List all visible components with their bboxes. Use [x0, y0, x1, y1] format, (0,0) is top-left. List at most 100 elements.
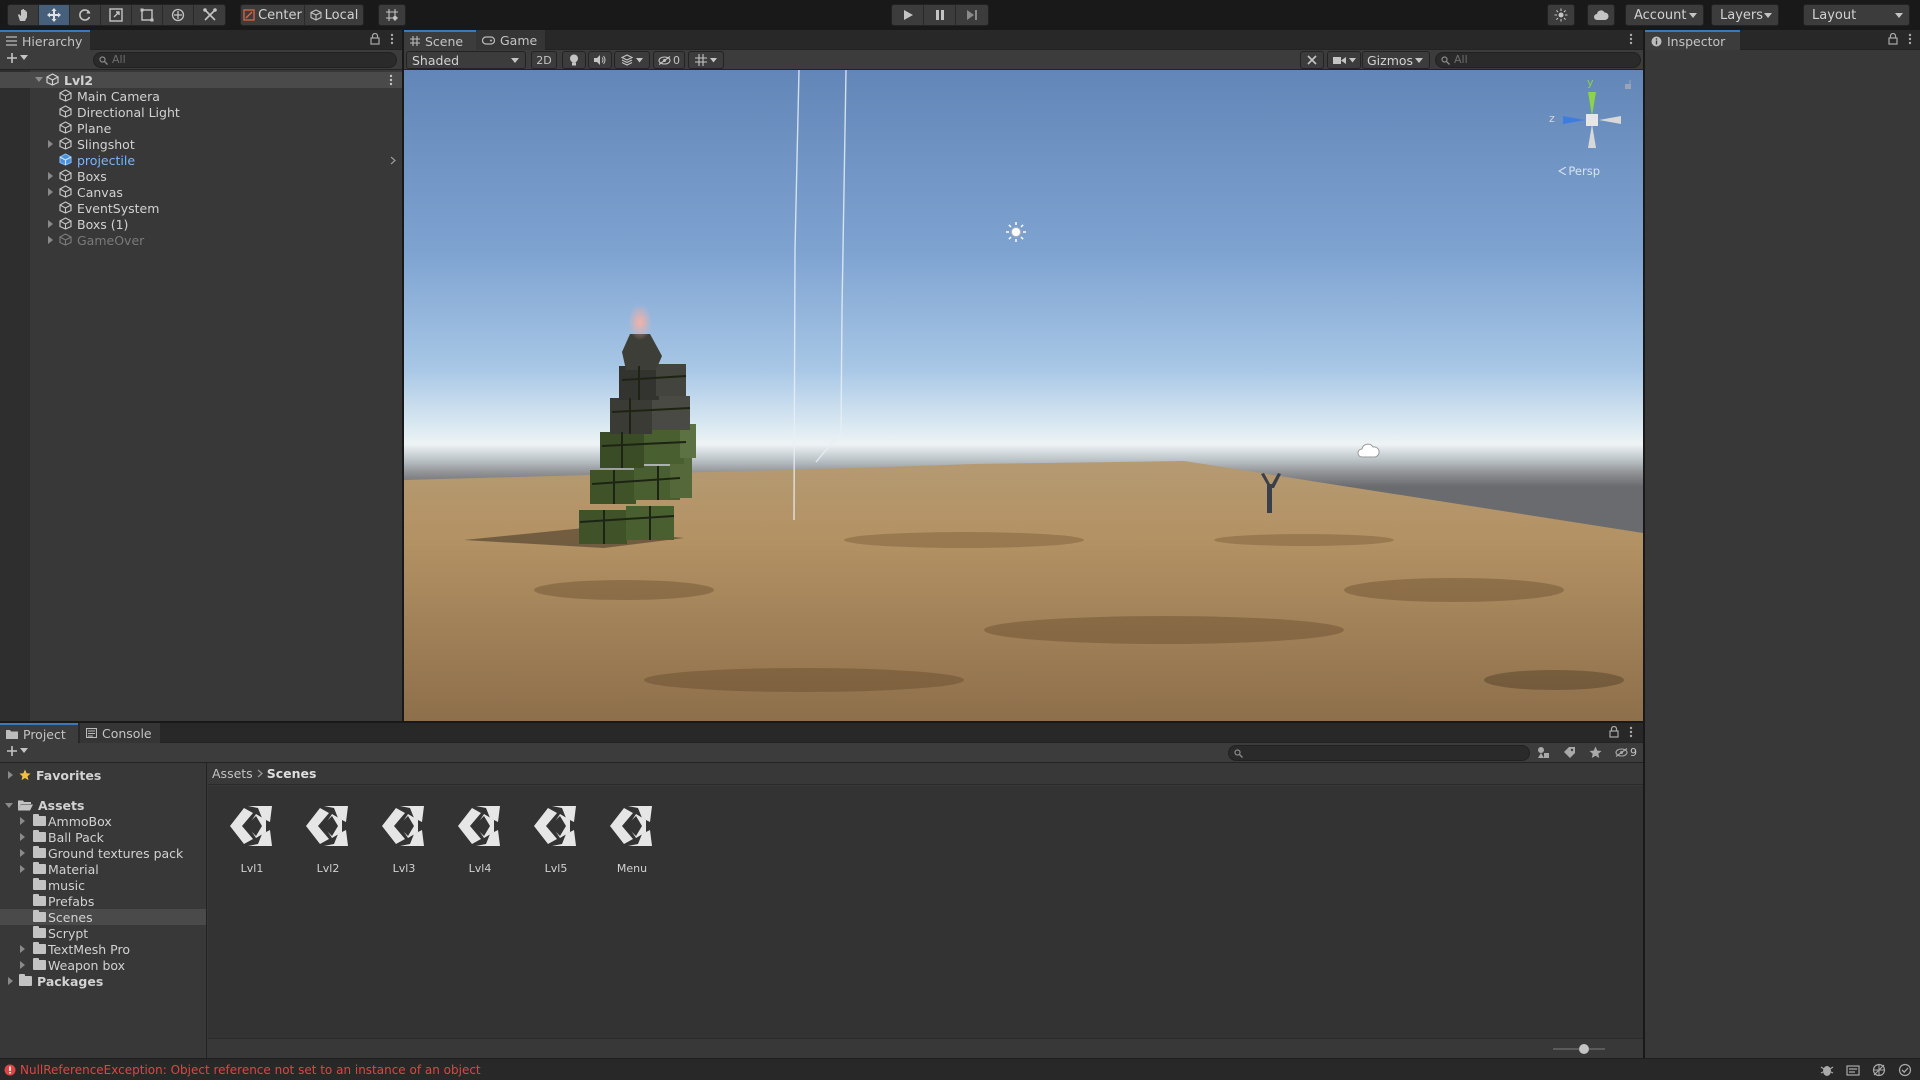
step-button[interactable]: [956, 5, 988, 25]
kebab-menu-icon[interactable]: [389, 74, 393, 86]
expand-arrow-icon[interactable]: [8, 977, 13, 985]
hidden-objects-toggle[interactable]: 0: [653, 51, 685, 69]
expand-arrow-icon[interactable]: [48, 140, 53, 148]
hand-tool-icon[interactable]: [8, 5, 39, 25]
hierarchy-search-input[interactable]: All: [93, 52, 397, 68]
sun-icon[interactable]: [1004, 220, 1028, 244]
scene-asset-tile[interactable]: Menu: [602, 800, 662, 875]
draw-mode-dropdown[interactable]: Shaded: [406, 51, 526, 69]
scene-asset-tile[interactable]: Lvl3: [374, 800, 434, 875]
expand-arrow-icon[interactable]: [48, 188, 53, 196]
tab-console[interactable]: Console: [80, 723, 160, 743]
breadcrumb-scenes[interactable]: Scenes: [267, 766, 317, 781]
kebab-menu-icon[interactable]: [390, 33, 394, 45]
lock-icon[interactable]: [370, 33, 380, 45]
project-search-input[interactable]: [1228, 745, 1530, 761]
hierarchy-item[interactable]: Boxs: [0, 168, 402, 184]
account-dropdown[interactable]: Account: [1625, 4, 1704, 26]
rect-tool-icon[interactable]: [132, 5, 163, 25]
scene-asset-tile[interactable]: Lvl5: [526, 800, 586, 875]
rotate-tool-icon[interactable]: [70, 5, 101, 25]
expand-arrow-icon[interactable]: [20, 849, 25, 857]
custom-tool-icon[interactable]: [194, 5, 225, 25]
toggle-2d-button[interactable]: 2D: [531, 51, 557, 69]
scene-asset-tile[interactable]: Lvl1: [222, 800, 282, 875]
project-folder-item[interactable]: Ground textures pack: [0, 845, 206, 861]
expand-arrow-icon[interactable]: [20, 945, 25, 953]
status-bar[interactable]: NullReferenceException: Object reference…: [0, 1058, 1920, 1080]
pivot-center-button[interactable]: Center: [241, 5, 305, 25]
effects-dropdown[interactable]: [614, 51, 650, 69]
grid-dropdown[interactable]: [688, 51, 724, 69]
breadcrumb-assets[interactable]: Assets: [212, 766, 253, 781]
create-asset-button[interactable]: [6, 745, 28, 757]
assets-node[interactable]: Assets: [0, 797, 206, 813]
scene-asset-tile[interactable]: Lvl2: [298, 800, 358, 875]
expand-arrow-icon[interactable]: [20, 865, 25, 873]
move-tool-icon[interactable]: [39, 5, 70, 25]
lock-icon[interactable]: [1888, 33, 1898, 45]
network-icon[interactable]: [1872, 1063, 1886, 1077]
star-icon[interactable]: [1589, 746, 1602, 759]
hierarchy-scene-root[interactable]: Lvl2: [0, 72, 402, 88]
projection-toggle[interactable]: Persp: [1558, 164, 1600, 178]
layers-dropdown[interactable]: Layers: [1711, 4, 1779, 26]
space-local-button[interactable]: Local: [305, 5, 363, 25]
gizmos-dropdown[interactable]: Gizmos: [1362, 51, 1430, 69]
favorites-node[interactable]: Favorites: [0, 767, 206, 783]
create-button[interactable]: [6, 52, 28, 64]
hierarchy-item[interactable]: GameOver: [0, 232, 402, 248]
expand-arrow-icon[interactable]: [20, 961, 25, 969]
orientation-gizmo[interactable]: y z: [1543, 76, 1633, 168]
project-folder-item[interactable]: AmmoBox: [0, 813, 206, 829]
hierarchy-item[interactable]: Main Camera: [0, 88, 402, 104]
expand-arrow-icon[interactable]: [48, 172, 53, 180]
project-folder-item[interactable]: Prefabs: [0, 893, 206, 909]
expand-arrow-icon[interactable]: [48, 220, 53, 228]
tab-hierarchy[interactable]: Hierarchy: [0, 30, 91, 50]
scene-asset-tile[interactable]: Lvl4: [450, 800, 510, 875]
project-folder-item[interactable]: Ball Pack: [0, 829, 206, 845]
hierarchy-item[interactable]: Directional Light: [0, 104, 402, 120]
tab-scene[interactable]: Scene: [404, 30, 476, 50]
icon-size-slider-thumb[interactable]: [1579, 1044, 1589, 1054]
tab-project[interactable]: Project: [0, 723, 78, 743]
services-button[interactable]: [1547, 4, 1575, 26]
kebab-menu-icon[interactable]: [1629, 33, 1633, 45]
chevron-right-icon[interactable]: [390, 156, 396, 165]
hierarchy-item[interactable]: projectile: [0, 152, 402, 168]
bake-lighting-icon[interactable]: [1846, 1063, 1860, 1077]
project-folder-item[interactable]: Scrypt: [0, 925, 206, 941]
projectile-object[interactable]: [628, 304, 652, 340]
hierarchy-item[interactable]: Plane: [0, 120, 402, 136]
expand-arrow-icon[interactable]: [8, 771, 13, 779]
scene-search-input[interactable]: All: [1435, 52, 1641, 68]
kebab-menu-icon[interactable]: [1908, 33, 1912, 45]
project-folder-item[interactable]: music: [0, 877, 206, 893]
check-circle-icon[interactable]: [1898, 1063, 1912, 1077]
expand-arrow-icon[interactable]: [48, 236, 53, 244]
tab-inspector[interactable]: Inspector: [1645, 30, 1740, 50]
scale-tool-icon[interactable]: [101, 5, 132, 25]
pause-button[interactable]: [924, 5, 956, 25]
lighting-toggle[interactable]: [562, 51, 586, 69]
scene-viewport[interactable]: y z Persp: [404, 70, 1643, 721]
transform-tool-icon[interactable]: [163, 5, 194, 25]
camera-dropdown[interactable]: [1327, 51, 1361, 69]
project-folder-item[interactable]: Material: [0, 861, 206, 877]
cloud-button[interactable]: [1587, 4, 1615, 26]
expand-arrow-icon[interactable]: [20, 817, 25, 825]
hierarchy-item[interactable]: Boxs (1): [0, 216, 402, 232]
label-tag-icon[interactable]: [1563, 746, 1576, 759]
collapse-arrow-icon[interactable]: [5, 802, 13, 808]
audio-toggle[interactable]: [588, 51, 612, 69]
play-button[interactable]: [892, 5, 924, 25]
search-by-type-icon[interactable]: [1537, 746, 1550, 759]
debug-icon[interactable]: [1820, 1063, 1834, 1077]
lock-icon[interactable]: [1609, 726, 1619, 738]
project-folder-item[interactable]: Scenes: [0, 909, 206, 925]
hidden-packages-toggle[interactable]: 9: [1615, 746, 1637, 759]
audio-listener-icon[interactable]: [1357, 442, 1381, 460]
hierarchy-item[interactable]: Slingshot: [0, 136, 402, 152]
tools-button[interactable]: [1300, 51, 1324, 69]
